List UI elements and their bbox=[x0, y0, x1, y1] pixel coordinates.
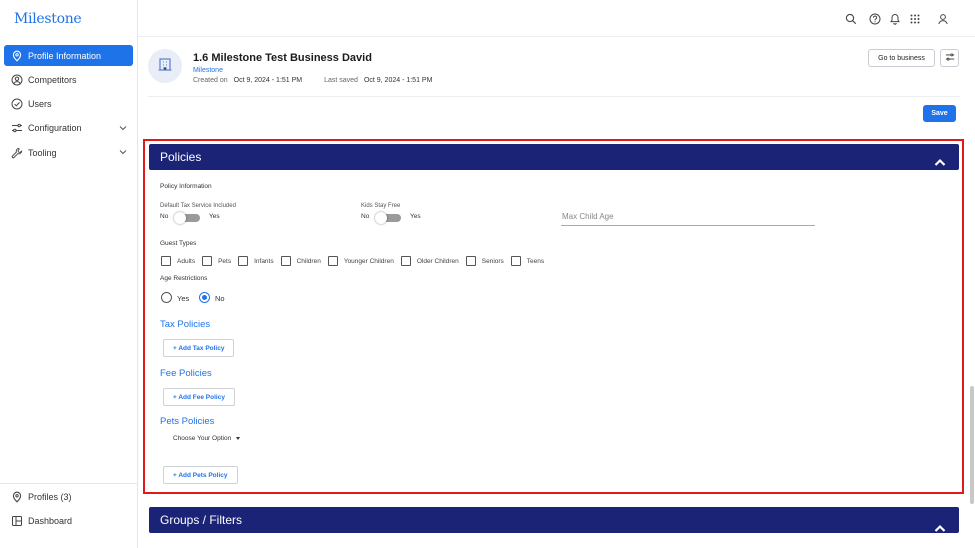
checkbox-label: Older Children bbox=[416, 257, 459, 265]
age-restrictions-no-label: No bbox=[215, 294, 225, 303]
help-icon[interactable] bbox=[869, 12, 881, 25]
tax-policies-title: Tax Policies bbox=[160, 319, 211, 330]
default-tax-yes: Yes bbox=[209, 213, 220, 220]
checkbox-label: Children bbox=[296, 257, 321, 265]
checkbox-older-children[interactable] bbox=[400, 256, 411, 266]
saved-value: Oct 9, 2024 - 1:51 PM bbox=[363, 77, 433, 84]
saved-label: Last saved bbox=[324, 77, 358, 84]
sidebar-item-dashboard[interactable]: Dashboard bbox=[4, 510, 137, 531]
created-value: Oct 9, 2024 - 1:51 PM bbox=[233, 77, 303, 84]
checkbox-children[interactable] bbox=[280, 256, 291, 266]
location-pin-icon bbox=[11, 50, 23, 62]
checkbox-infants[interactable] bbox=[238, 256, 249, 266]
header-divider bbox=[148, 96, 960, 97]
sidebar-item-tooling[interactable]: Tooling bbox=[4, 142, 133, 163]
pets-policies-title: Pets Policies bbox=[160, 416, 215, 427]
fee-policies-title: Fee Policies bbox=[160, 368, 212, 379]
highlight-box bbox=[143, 139, 964, 494]
max-child-age-input[interactable]: Max Child Age bbox=[561, 209, 815, 226]
sidebar-item-label: Configuration bbox=[28, 123, 82, 134]
sidebar-item-label: Users bbox=[28, 99, 52, 110]
add-fee-policy-button[interactable]: + Add Fee Policy bbox=[163, 388, 235, 406]
building-icon bbox=[157, 56, 173, 77]
wrench-icon bbox=[11, 147, 23, 159]
pets-option-dropdown[interactable]: Choose Your Option bbox=[173, 435, 241, 442]
sidebar-nav: Profile Information Competitors Users Co… bbox=[4, 45, 133, 166]
sidebar-item-users[interactable]: Users bbox=[4, 94, 133, 115]
chevron-down-icon[interactable] bbox=[118, 147, 128, 157]
sidebar-item-label: Profiles (3) bbox=[28, 491, 72, 502]
add-tax-policy-button[interactable]: + Add Tax Policy bbox=[163, 339, 235, 357]
policies-header[interactable]: Policies bbox=[149, 144, 959, 170]
sidebar: Milestone Profile Information Competitor… bbox=[0, 0, 138, 548]
checkbox-label: Infants bbox=[254, 257, 274, 265]
search-icon[interactable] bbox=[845, 12, 857, 25]
checkbox-teens[interactable] bbox=[510, 256, 521, 266]
page-bottom bbox=[149, 533, 959, 548]
checkbox-label: Seniors bbox=[481, 257, 504, 265]
default-tax-toggle[interactable] bbox=[174, 212, 200, 224]
business-meta: Created on Oct 9, 2024 - 1:51 PM Last sav… bbox=[193, 77, 438, 84]
checkbox-adults[interactable] bbox=[161, 256, 171, 266]
dropdown-value: Choose Your Option bbox=[173, 435, 232, 442]
kids-stay-no: No bbox=[361, 213, 370, 220]
default-tax-no: No bbox=[160, 213, 169, 220]
checkbox-label: Adults bbox=[177, 257, 196, 265]
groups-filters-title: Groups / Filters bbox=[160, 513, 243, 527]
business-avatar bbox=[148, 49, 182, 83]
checkbox-seniors[interactable] bbox=[465, 256, 476, 266]
sidebar-item-label: Tooling bbox=[28, 147, 57, 158]
sidebar-item-label: Dashboard bbox=[28, 515, 73, 526]
checkbox-younger-children[interactable] bbox=[327, 256, 338, 266]
caret-down-icon bbox=[236, 437, 241, 440]
policies-title: Policies bbox=[160, 150, 202, 164]
guest-types-label: Guest Types bbox=[160, 240, 197, 247]
add-pets-policy-button[interactable]: + Add Pets Policy bbox=[163, 466, 238, 484]
vertical-scrollbar[interactable] bbox=[970, 386, 974, 504]
checkbox-label: Teens bbox=[526, 257, 545, 265]
business-org-link[interactable]: Milestone bbox=[193, 67, 223, 74]
guest-types-checkboxes: Adults Pets Infants Children Younger Chi… bbox=[161, 256, 551, 266]
user-icon[interactable] bbox=[937, 12, 949, 25]
sidebar-item-profiles[interactable]: Profiles (3) bbox=[4, 486, 137, 507]
sidebar-item-profile-information[interactable]: Profile Information bbox=[4, 45, 133, 66]
age-restrictions-yes-label: Yes bbox=[177, 294, 190, 303]
sliders-icon bbox=[11, 122, 23, 134]
default-tax-label: Default Tax Service Included bbox=[160, 203, 236, 209]
kids-stay-yes: Yes bbox=[410, 213, 421, 220]
business-title: 1.6 Milestone Test Business David bbox=[193, 52, 372, 64]
age-restrictions-yes-radio[interactable] bbox=[161, 292, 172, 303]
age-restrictions-no-radio[interactable] bbox=[199, 292, 210, 303]
bell-icon[interactable] bbox=[889, 12, 901, 25]
location-pin-icon bbox=[11, 491, 23, 503]
chevron-up-icon[interactable] bbox=[934, 153, 946, 166]
groups-filters-header[interactable]: Groups / Filters bbox=[149, 507, 959, 533]
sidebar-item-competitors[interactable]: Competitors bbox=[4, 69, 133, 90]
sidebar-item-label: Competitors bbox=[28, 74, 77, 85]
settings-sliders-button[interactable] bbox=[940, 49, 959, 67]
age-restrictions-label: Age Restrictions bbox=[160, 275, 208, 282]
dashboard-icon bbox=[11, 515, 23, 527]
checkbox-label: Pets bbox=[218, 257, 232, 265]
chevron-down-icon[interactable] bbox=[118, 123, 128, 133]
sidebar-item-label: Profile Information bbox=[28, 50, 102, 61]
go-to-business-button[interactable]: Go to business bbox=[868, 49, 935, 67]
chevron-up-icon[interactable] bbox=[934, 519, 946, 532]
checkbox-label: Younger Children bbox=[343, 257, 394, 265]
kids-stay-free-label: Kids Stay Free bbox=[361, 203, 401, 209]
top-bar bbox=[138, 0, 975, 37]
apps-grid-icon[interactable] bbox=[909, 12, 921, 24]
save-button[interactable]: Save bbox=[923, 105, 956, 122]
policy-information-label: Policy Information bbox=[160, 183, 212, 190]
milestone-logo[interactable]: Milestone bbox=[14, 11, 82, 27]
sliders-icon bbox=[945, 52, 955, 64]
user-circle-icon bbox=[11, 74, 23, 86]
kids-stay-toggle[interactable] bbox=[375, 212, 401, 224]
check-circle-icon bbox=[11, 98, 23, 110]
sidebar-bottom: Profiles (3) Dashboard bbox=[0, 483, 137, 535]
checkbox-pets[interactable] bbox=[202, 256, 213, 266]
sidebar-item-configuration[interactable]: Configuration bbox=[4, 118, 133, 139]
created-label: Created on bbox=[193, 77, 228, 84]
